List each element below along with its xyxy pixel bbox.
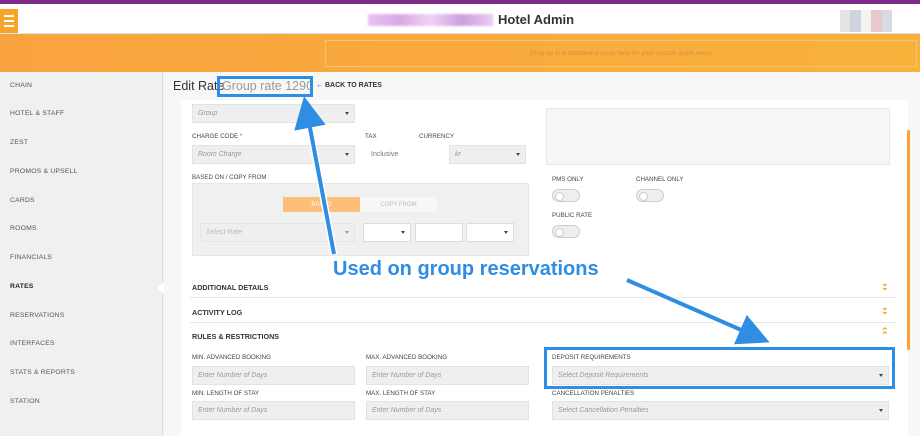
rules-restrictions-section[interactable]: RULES & RESTRICTIONS	[192, 332, 279, 341]
pms-only-label: PMS ONLY	[552, 176, 584, 183]
max-advanced-booking-label: MAX. ADVANCED BOOKING	[366, 354, 448, 361]
based-on-amount-input[interactable]	[415, 223, 463, 242]
rate-type-select[interactable]: Group	[192, 104, 355, 123]
divider	[190, 297, 895, 298]
rate-info-panel	[546, 108, 890, 165]
cancellation-penalties-select[interactable]: Select Cancellation Penalties	[552, 401, 889, 420]
public-rate-label: PUBLIC RATE	[552, 212, 593, 219]
rate-name-highlight	[217, 76, 313, 97]
max-length-of-stay-label: MAX. LENGTH OF STAY	[366, 390, 436, 397]
divider	[190, 322, 895, 323]
based-on-box	[192, 183, 529, 256]
based-on-label: BASED ON / COPY FROM	[192, 174, 267, 181]
hotel-logo-blurred	[368, 14, 493, 26]
currency-label: CURRENCY	[419, 133, 455, 140]
sidebar-item-promos[interactable]: PROMOS & UPSELL	[10, 168, 78, 175]
sidebar-item-rates[interactable]: RATES	[10, 283, 34, 290]
deposit-requirements-highlight	[544, 347, 895, 389]
based-tab[interactable]: BASED	[283, 197, 360, 212]
sidebar-item-zest[interactable]: ZEST	[10, 139, 28, 146]
sidebar-item-reservations[interactable]: RESERVATIONS	[10, 312, 65, 319]
double-chevron-down-icon-2: ⌄	[881, 306, 889, 316]
pms-only-toggle[interactable]	[552, 189, 580, 202]
sidebar-item-hotel-staff[interactable]: HOTEL & STAFF	[10, 110, 64, 117]
double-chevron-up-icon-2: ⌃	[881, 330, 889, 340]
sidebar: CHAIN HOTEL & STAFF ZEST PROMOS & UPSELL…	[0, 72, 163, 436]
hamburger-icon[interactable]	[0, 9, 18, 33]
cancellation-penalties-label: CANCELLATION PENALTIES	[552, 390, 635, 397]
annotation-callout: Used on group reservations	[333, 258, 599, 280]
app-header: Hotel Admin	[0, 4, 920, 34]
quick-menu-dropzone[interactable]: Drop up to 8 dashboard icons here for yo…	[325, 40, 917, 67]
based-on-operator-select[interactable]	[363, 223, 411, 242]
sidebar-item-cards[interactable]: CARDS	[10, 197, 35, 204]
sidebar-active-indicator	[157, 282, 164, 294]
min-length-of-stay-label: MIN. LENGTH OF STAY	[192, 390, 260, 397]
double-chevron-down-icon-2: ⌄	[881, 282, 889, 292]
based-on-unit-select[interactable]	[466, 223, 514, 242]
tax-label: TAX	[365, 133, 377, 140]
sidebar-item-stats[interactable]: STATS & REPORTS	[10, 369, 75, 376]
activity-log-section[interactable]: ACTIVITY LOG	[192, 308, 242, 317]
currency-select[interactable]: kr	[449, 145, 526, 164]
back-to-rates-link[interactable]: ← BACK TO RATES	[316, 82, 382, 89]
sidebar-item-station[interactable]: STATION	[10, 398, 40, 405]
sidebar-item-chain[interactable]: CHAIN	[10, 82, 32, 89]
additional-details-section[interactable]: ADDITIONAL DETAILS	[192, 283, 268, 292]
sidebar-item-interfaces[interactable]: INTERFACES	[10, 340, 55, 347]
public-rate-toggle[interactable]	[552, 225, 580, 238]
sidebar-item-financials[interactable]: FINANCIALS	[10, 254, 52, 261]
channel-only-toggle[interactable]	[636, 189, 664, 202]
charge-code-select[interactable]: Room Charge	[192, 145, 355, 164]
max-length-of-stay-input[interactable]: Enter Number of Days	[366, 401, 529, 420]
arrow-left-icon: ←	[316, 82, 323, 89]
app-title: Hotel Admin	[498, 12, 575, 27]
quick-menu-bar: Drop up to 8 dashboard icons here for yo…	[0, 34, 920, 72]
based-on-rate-select[interactable]: Select Rate	[200, 223, 355, 242]
copy-from-tab[interactable]: COPY FROM	[360, 197, 437, 212]
min-advanced-booking-input[interactable]: Enter Number of Days	[192, 366, 355, 385]
tax-value: Inclusive	[365, 145, 410, 164]
min-advanced-booking-label: MIN. ADVANCED BOOKING	[192, 354, 271, 361]
max-advanced-booking-input[interactable]: Enter Number of Days	[366, 366, 529, 385]
charge-code-label: CHARGE CODE *	[192, 133, 243, 140]
min-length-of-stay-input[interactable]: Enter Number of Days	[192, 401, 355, 420]
scrollbar[interactable]	[907, 130, 910, 350]
channel-only-label: CHANNEL ONLY	[636, 176, 684, 183]
user-avatar[interactable]	[840, 10, 893, 32]
sidebar-item-rooms[interactable]: ROOMS	[10, 225, 37, 232]
